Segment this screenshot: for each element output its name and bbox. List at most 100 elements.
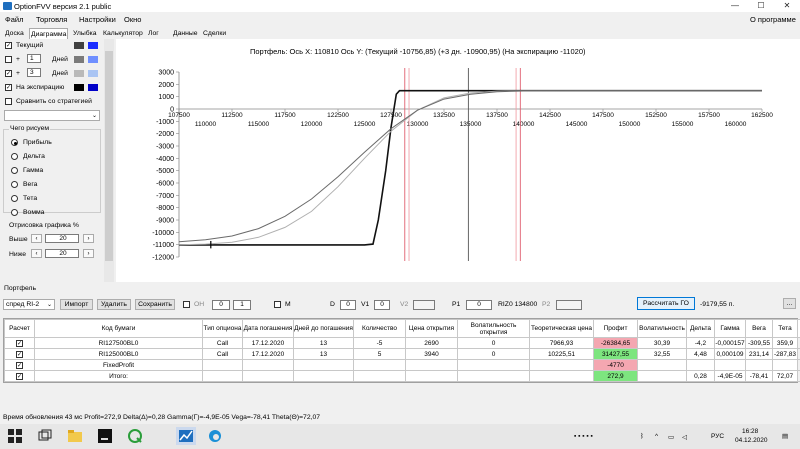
close-button[interactable]: ✕ bbox=[774, 0, 800, 12]
calc-checkbox[interactable]: ✓ bbox=[16, 350, 23, 358]
above-input[interactable]: 20 bbox=[45, 234, 79, 243]
calc-margin-button[interactable]: Рассчитать ГО bbox=[637, 297, 695, 310]
tab-calculator[interactable]: Калькулятор bbox=[102, 28, 144, 39]
import-button[interactable]: Импорт bbox=[60, 299, 93, 310]
plus1-days-input[interactable]: 1 bbox=[27, 54, 41, 63]
quik-app-icon[interactable] bbox=[128, 429, 142, 443]
tab-deals[interactable]: Сделки bbox=[202, 28, 227, 39]
p2-input[interactable] bbox=[556, 300, 582, 310]
network-icon[interactable]: ▭ bbox=[668, 433, 674, 441]
windows-start-icon[interactable] bbox=[8, 429, 22, 443]
expiry-color-2[interactable] bbox=[88, 84, 98, 91]
bluetooth-icon[interactable]: ᛒ bbox=[640, 433, 644, 440]
column-header[interactable]: Количество bbox=[353, 319, 406, 338]
plus3-days-input[interactable]: 3 bbox=[27, 68, 41, 77]
calc-checkbox[interactable]: ✓ bbox=[16, 339, 23, 347]
column-header[interactable]: Цена открытия bbox=[405, 319, 458, 338]
tab-smile[interactable]: Улыбка bbox=[72, 28, 98, 39]
column-header[interactable]: Волатильность открытия bbox=[457, 319, 530, 338]
tab-diagram[interactable]: Диаграмма bbox=[29, 28, 69, 39]
column-header[interactable]: Дата погашения bbox=[242, 319, 294, 338]
radio-gamma[interactable] bbox=[11, 167, 18, 174]
above-increase-button[interactable]: › bbox=[83, 234, 94, 243]
calc-checkbox-cell[interactable]: ✓ bbox=[4, 359, 35, 371]
menu-window[interactable]: Окно bbox=[124, 15, 141, 24]
column-header[interactable]: Код бумаги bbox=[34, 319, 203, 338]
portfolio-select[interactable]: спред RI-2 ⌄ bbox=[3, 299, 55, 310]
terminal-app-icon[interactable] bbox=[98, 429, 112, 443]
table-row[interactable]: ✓ RI127500BL0 Call 17.12.2020 13 -5 2690 0 7966,… bbox=[4, 337, 800, 349]
strategy-select[interactable]: ⌄ bbox=[4, 110, 100, 121]
radio-profit[interactable] bbox=[11, 139, 18, 146]
calc-checkbox-cell[interactable]: ✓ bbox=[4, 370, 35, 382]
current-checkbox[interactable]: ✓ bbox=[5, 42, 12, 49]
optionfvv-app-icon[interactable] bbox=[176, 427, 196, 445]
column-header[interactable]: Профит bbox=[593, 319, 638, 338]
table-row[interactable]: ✓ RI125000BL0 Call 17.12.2020 13 5 3940 0 10225,… bbox=[4, 348, 800, 360]
plus3-color-2[interactable] bbox=[88, 70, 98, 77]
notifications-icon[interactable]: ▤ bbox=[782, 432, 788, 440]
tab-data[interactable]: Данные bbox=[172, 28, 199, 39]
plus3-checkbox[interactable]: ✓ bbox=[5, 70, 12, 77]
radio-delta[interactable] bbox=[11, 153, 18, 160]
m-checkbox[interactable] bbox=[274, 301, 281, 308]
save-button[interactable]: Сохранить bbox=[135, 299, 175, 310]
above-decrease-button[interactable]: ‹ bbox=[31, 234, 42, 243]
edge-app-icon[interactable] bbox=[208, 429, 222, 443]
file-explorer-icon[interactable] bbox=[68, 429, 82, 443]
plus3-color-1[interactable] bbox=[74, 70, 84, 77]
menu-file[interactable]: Файл bbox=[5, 15, 23, 24]
column-header[interactable]: Дней до погашения bbox=[293, 319, 354, 338]
language-indicator[interactable]: РУС bbox=[711, 433, 724, 440]
radio-vega[interactable] bbox=[11, 181, 18, 188]
tab-board[interactable]: Доска bbox=[4, 28, 25, 39]
table-row[interactable]: ✓Итого:272,90,28-4,9E-05-78,4172,07X bbox=[4, 370, 800, 382]
calc-checkbox-cell[interactable]: ✓ bbox=[4, 348, 35, 360]
clock-date[interactable]: 04.12.2020 bbox=[735, 437, 768, 444]
column-header[interactable]: Вега bbox=[745, 319, 773, 338]
delete-button[interactable]: Удалить bbox=[97, 299, 131, 310]
below-input[interactable]: 20 bbox=[45, 249, 79, 258]
current-color-1[interactable] bbox=[74, 42, 84, 49]
menu-about[interactable]: О программе bbox=[750, 15, 796, 24]
plus1-color-2[interactable] bbox=[88, 56, 98, 63]
minimize-button[interactable]: — bbox=[722, 0, 748, 12]
radio-theta[interactable] bbox=[11, 195, 18, 202]
p1-input[interactable]: 0 bbox=[466, 300, 492, 310]
column-header[interactable]: Волатильность bbox=[637, 319, 687, 338]
calc-checkbox-cell[interactable]: ✓ bbox=[4, 337, 35, 349]
plus1-color-1[interactable] bbox=[74, 56, 84, 63]
tray-app-icon[interactable]: ▪ ▪ ▪ ▪ ▪ bbox=[574, 433, 593, 440]
tray-icons[interactable]: ▪ ▪ ▪ ▪ ▪ bbox=[574, 433, 593, 440]
more-button[interactable]: ... bbox=[783, 298, 796, 309]
maximize-button[interactable]: ☐ bbox=[748, 0, 774, 12]
volume-icon[interactable]: ◁ bbox=[682, 433, 687, 441]
column-header[interactable]: Теоретическая цена bbox=[529, 319, 594, 338]
below-increase-button[interactable]: › bbox=[83, 249, 94, 258]
below-decrease-button[interactable]: ‹ bbox=[31, 249, 42, 258]
left-panel-scrollbar[interactable] bbox=[104, 39, 114, 282]
task-view-icon[interactable] bbox=[38, 429, 52, 443]
column-header[interactable]: Тета bbox=[772, 319, 798, 338]
radio-vomma[interactable] bbox=[11, 209, 18, 216]
menu-trading[interactable]: Торговля bbox=[36, 15, 67, 24]
menu-settings[interactable]: Настройки bbox=[79, 15, 116, 24]
oh-input-2[interactable]: 1 bbox=[233, 300, 251, 310]
column-header[interactable]: Гамма bbox=[714, 319, 746, 338]
compare-checkbox[interactable] bbox=[5, 98, 12, 105]
clock-time[interactable]: 16:28 bbox=[742, 428, 758, 435]
scrollbar-thumb[interactable] bbox=[105, 51, 113, 261]
d-input[interactable]: 0 bbox=[340, 300, 356, 310]
oh-checkbox[interactable] bbox=[183, 301, 190, 308]
tab-log[interactable]: Лог bbox=[147, 28, 160, 39]
oh-input-1[interactable]: 0 bbox=[212, 300, 230, 310]
chevron-up-icon[interactable]: ^ bbox=[655, 433, 658, 440]
plus1-checkbox[interactable] bbox=[5, 56, 12, 63]
expiry-color-1[interactable] bbox=[74, 84, 84, 91]
calc-checkbox[interactable]: ✓ bbox=[16, 361, 23, 369]
table-row[interactable]: ✓FixedProfit-4770X bbox=[4, 359, 800, 371]
column-header[interactable]: Расчет bbox=[4, 319, 35, 338]
expiry-checkbox[interactable]: ✓ bbox=[5, 84, 12, 91]
v2-input[interactable] bbox=[413, 300, 435, 310]
v1-input[interactable]: 0 bbox=[374, 300, 390, 310]
